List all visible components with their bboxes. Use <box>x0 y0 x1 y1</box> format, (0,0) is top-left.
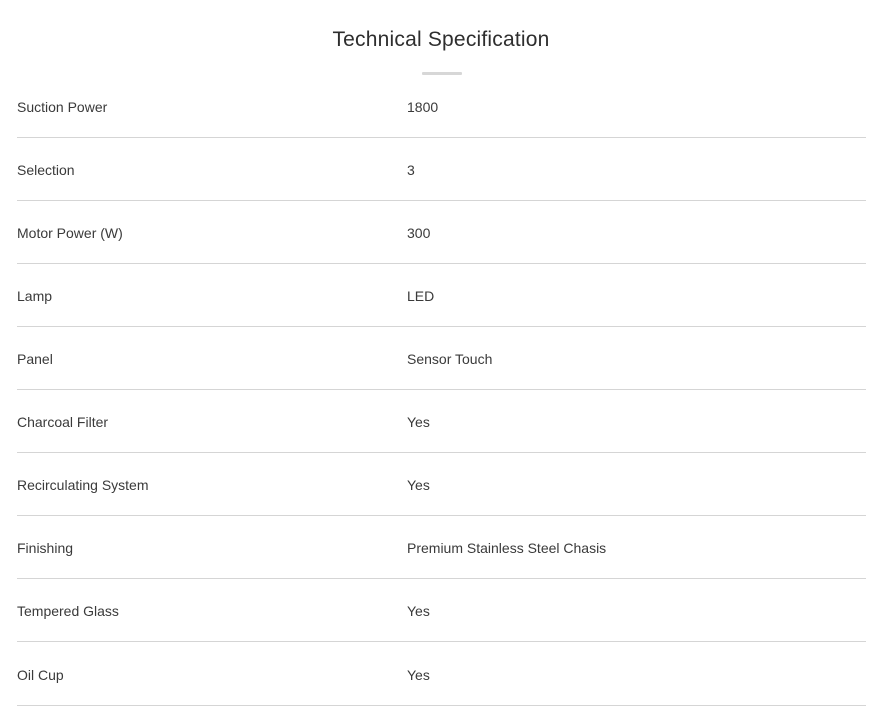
spec-value: LED <box>407 288 435 304</box>
spec-row-selection: Selection 3 <box>17 138 866 201</box>
spec-label: Motor Power (W) <box>17 225 123 241</box>
spec-row-suction-power: Suction Power 1800 <box>17 75 866 138</box>
spec-value: Sensor Touch <box>407 351 493 367</box>
spec-label: Oil Cup <box>17 667 64 683</box>
spec-row-oil-cup: Oil Cup Yes <box>17 642 866 706</box>
spec-label: Recirculating System <box>17 477 149 493</box>
spec-table: Suction Power 1800 Selection 3 Motor Pow… <box>17 75 866 706</box>
spec-label: Charcoal Filter <box>17 414 109 430</box>
spec-row-charcoal-filter: Charcoal Filter Yes <box>17 390 866 453</box>
spec-value: Yes <box>407 603 430 619</box>
spec-label: Finishing <box>17 540 74 556</box>
spec-value: 300 <box>407 225 431 241</box>
spec-row-lamp: Lamp LED <box>17 264 866 327</box>
spec-label: Tempered Glass <box>17 603 119 619</box>
spec-row-finishing: Finishing Premium Stainless Steel Chasis <box>17 516 866 579</box>
spec-value: 3 <box>407 162 415 178</box>
spec-label: Lamp <box>17 288 53 304</box>
spec-row-panel: Panel Sensor Touch <box>17 327 866 390</box>
spec-page: Technical Specification Suction Power 18… <box>0 0 872 713</box>
spec-row-motor-power: Motor Power (W) 300 <box>17 201 866 264</box>
spec-value: Yes <box>407 667 430 683</box>
spec-value: 1800 <box>407 99 439 115</box>
spec-row-recirculating-system: Recirculating System Yes <box>17 453 866 516</box>
spec-row-tempered-glass: Tempered Glass Yes <box>17 579 866 642</box>
spec-label: Suction Power <box>17 99 108 115</box>
spec-value: Yes <box>407 414 430 430</box>
page-title: Technical Specification <box>332 28 550 51</box>
spec-label: Selection <box>17 162 75 178</box>
spec-value: Premium Stainless Steel Chasis <box>407 540 607 556</box>
spec-value: Yes <box>407 477 430 493</box>
spec-label: Panel <box>17 351 53 367</box>
